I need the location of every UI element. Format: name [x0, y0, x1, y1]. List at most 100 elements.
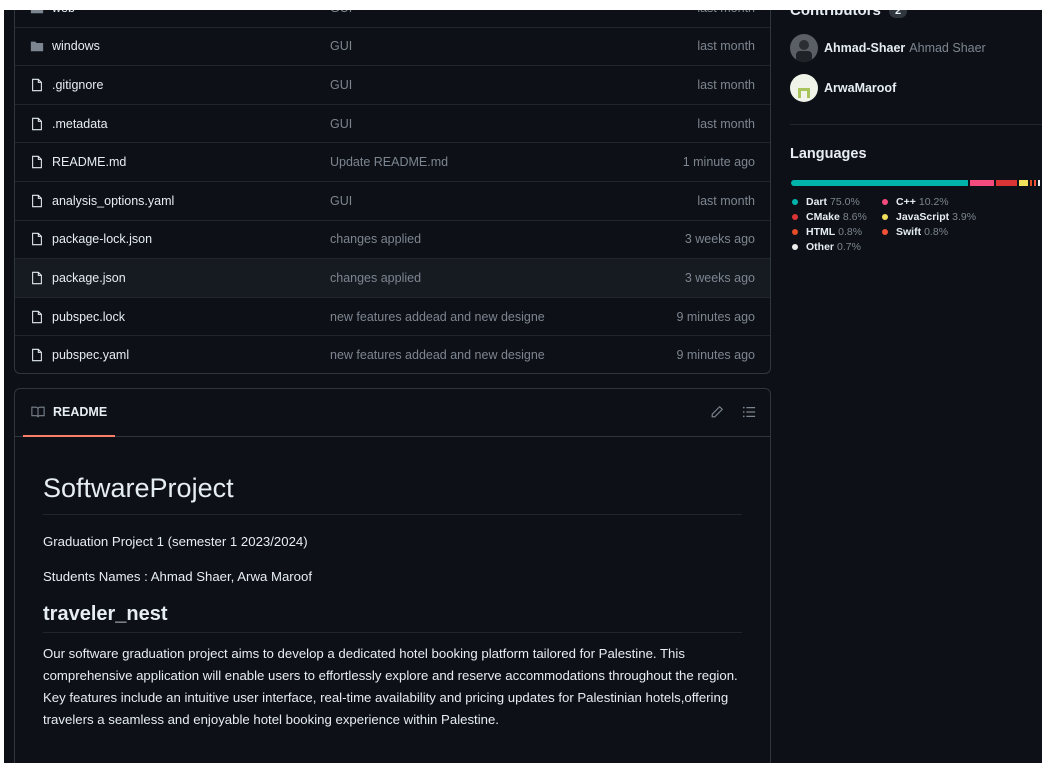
top-edge: [0, 0, 1042, 10]
language-percent: 0.8%: [838, 226, 863, 238]
language-bar-segment-cmake[interactable]: [996, 180, 1017, 186]
file-row-metadata[interactable]: .metadata GUI last month: [15, 103, 770, 143]
list-icon[interactable]: [742, 405, 756, 419]
language-name: CMake: [806, 211, 840, 223]
pencil-icon[interactable]: [710, 405, 724, 419]
readme-tab-label: README: [53, 405, 108, 419]
contributor-arwamaroof[interactable]: ArwaMaroof: [790, 74, 896, 102]
language-bar-segment-other[interactable]: [1038, 180, 1041, 186]
commit-date: 3 weeks ago: [684, 232, 755, 247]
language-dot: [792, 244, 798, 250]
file-row-readme[interactable]: README.md Update README.md 1 minute ago: [15, 142, 770, 181]
readme-subtitle: traveler_nest: [43, 603, 742, 633]
file-name[interactable]: README.md: [52, 155, 126, 169]
commit-message[interactable]: GUI: [330, 78, 352, 92]
commit-message[interactable]: GUI: [330, 39, 352, 53]
commit-message[interactable]: Update README.md: [330, 155, 448, 169]
file-row-package-json[interactable]: package.json changes applied 3 weeks ago: [15, 258, 770, 297]
file-icon: [32, 78, 42, 92]
readme-line-1: Graduation Project 1 (semester 1 2023/20…: [43, 534, 308, 549]
language-dot: [792, 229, 798, 235]
contributor-ahmad-shaer[interactable]: Ahmad-Shaer Ahmad Shaer: [790, 34, 986, 62]
commit-date: 9 minutes ago: [676, 309, 755, 324]
readme-panel: README SoftwareProject Graduation Projec…: [14, 388, 771, 763]
file-name[interactable]: package.json: [52, 271, 126, 285]
repo-sidebar: Contributors 2 Ahmad-Shaer Ahmad Shaer A…: [790, 0, 1042, 763]
language-dot: [792, 214, 798, 220]
language-bar-segment-c[interactable]: [970, 180, 995, 186]
folder-icon: [30, 42, 44, 52]
file-row-pubspec-lock[interactable]: pubspec.lock new features addead and new…: [15, 296, 770, 336]
file-icon: [32, 348, 42, 362]
language-name: Other: [806, 241, 835, 253]
sidebar-divider: [790, 124, 1042, 125]
file-name[interactable]: pubspec.yaml: [52, 348, 129, 362]
language-name: HTML: [806, 226, 836, 238]
file-name[interactable]: windows: [52, 39, 100, 53]
language-dot: [792, 199, 798, 205]
language-name: C++: [896, 196, 916, 208]
readme-content: SoftwareProject Graduation Project 1 (se…: [15, 473, 770, 731]
contributor-name[interactable]: Ahmad Shaer: [909, 41, 985, 55]
readme-tab[interactable]: README: [23, 389, 116, 437]
file-name[interactable]: analysis_options.yaml: [52, 194, 174, 208]
language-percent: 8.6%: [842, 211, 867, 223]
readme-header: README: [15, 389, 770, 437]
file-icon: [32, 117, 42, 130]
language-item-cmake[interactable]: CMake 8.6%: [792, 211, 867, 223]
commit-date: 1 minute ago: [682, 155, 755, 170]
language-bar-segment-html[interactable]: [1030, 180, 1033, 186]
file-row-package-lock[interactable]: package-lock.json changes applied 3 week…: [15, 219, 770, 259]
commit-message[interactable]: new features addead and new designe: [330, 310, 545, 324]
file-row-windows[interactable]: windows GUI last month: [15, 26, 770, 66]
book-icon: [31, 406, 45, 418]
commit-date: last month: [697, 193, 755, 208]
language-item-html[interactable]: HTML 0.8%: [792, 226, 862, 238]
language-name: Swift: [896, 226, 922, 238]
file-icon: [32, 233, 42, 246]
commit-date: 9 minutes ago: [676, 348, 755, 363]
file-name[interactable]: pubspec.lock: [52, 310, 125, 324]
commit-date: 3 weeks ago: [684, 270, 755, 285]
language-item-swift[interactable]: Swift 0.8%: [882, 226, 948, 238]
language-percent: 3.9%: [952, 211, 977, 223]
language-bar: [791, 180, 1042, 186]
languages-heading: Languages: [790, 146, 867, 162]
file-list: web GUI last month windows GUI last mont…: [14, 0, 771, 374]
readme-paragraph: Our software graduation project aims to …: [43, 646, 738, 727]
language-item-cpp[interactable]: C++ 10.2%: [882, 196, 949, 208]
commit-message[interactable]: new features addead and new designe: [330, 348, 545, 362]
readme-title: SoftwareProject: [43, 473, 742, 515]
file-icon: [32, 194, 42, 207]
file-name[interactable]: .metadata: [52, 117, 108, 131]
file-icon: [32, 310, 42, 323]
file-name[interactable]: .gitignore: [52, 78, 103, 92]
language-item-javascript[interactable]: JavaScript 3.9%: [882, 211, 976, 223]
language-bar-segment-dart[interactable]: [791, 180, 969, 186]
commit-message[interactable]: changes applied: [330, 232, 421, 246]
contributor-login[interactable]: ArwaMaroof: [824, 81, 896, 95]
commit-message[interactable]: changes applied: [330, 271, 421, 285]
commit-message[interactable]: GUI: [330, 194, 352, 208]
file-row-pubspec-yaml[interactable]: pubspec.yaml new features addead and new…: [15, 335, 770, 373]
language-percent: 75.0%: [830, 196, 860, 208]
file-name[interactable]: package-lock.json: [52, 232, 152, 246]
language-bar-segment-swift[interactable]: [1034, 180, 1037, 186]
commit-date: last month: [697, 116, 755, 131]
avatar[interactable]: [790, 34, 818, 62]
language-name: Dart: [806, 196, 828, 208]
commit-date: last month: [697, 77, 755, 92]
language-item-other[interactable]: Other 0.7%: [792, 241, 861, 253]
readme-line-2: Students Names : Ahmad Shaer, Arwa Maroo…: [43, 569, 313, 584]
commit-date: last month: [697, 39, 755, 54]
language-bar-segment-javascript[interactable]: [1018, 180, 1029, 186]
file-icon: [32, 271, 42, 285]
contributor-login[interactable]: Ahmad-Shaer: [824, 41, 905, 55]
file-icon: [32, 155, 42, 169]
language-item-dart[interactable]: Dart 75.0%: [792, 196, 860, 208]
file-row-gitignore[interactable]: .gitignore GUI last month: [15, 65, 770, 104]
avatar[interactable]: [790, 74, 818, 102]
commit-message[interactable]: GUI: [330, 117, 352, 131]
file-row-analysis-options[interactable]: analysis_options.yaml GUI last month: [15, 180, 770, 220]
language-dot: [882, 199, 888, 205]
